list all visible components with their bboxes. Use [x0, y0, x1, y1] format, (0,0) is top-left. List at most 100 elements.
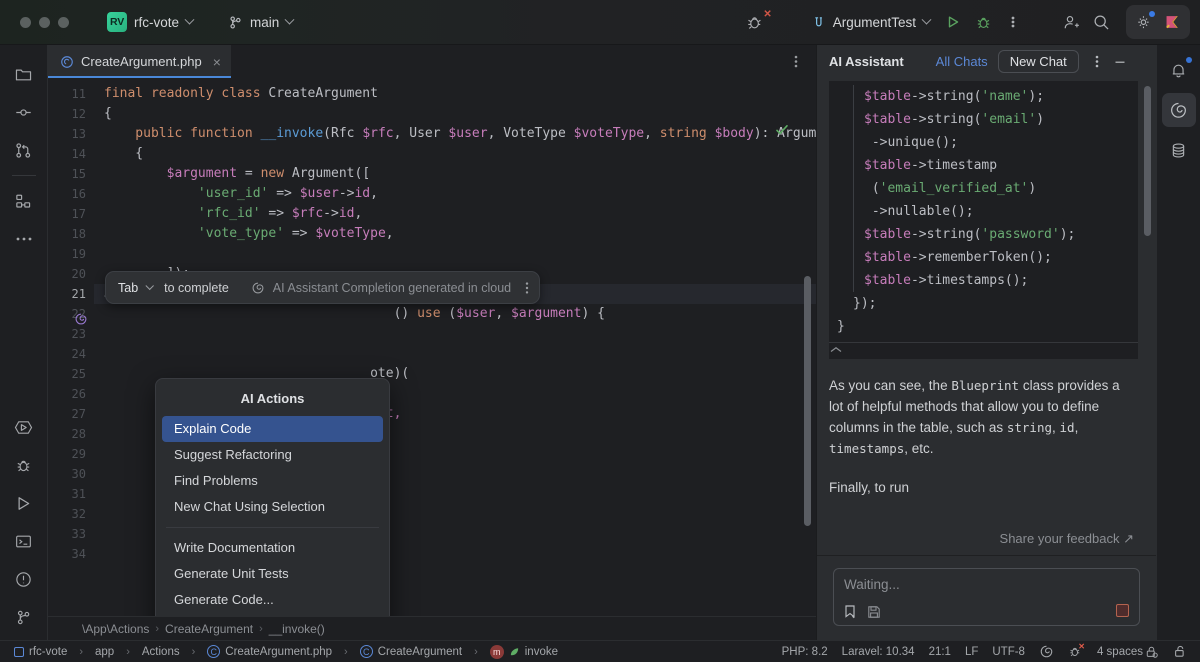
code-line[interactable] — [94, 244, 816, 264]
new-chat-button[interactable]: New Chat — [998, 50, 1079, 73]
status-breadcrumb-item[interactable]: app — [95, 646, 114, 658]
terminal-icon[interactable] — [4, 522, 44, 560]
code-line[interactable] — [94, 344, 816, 364]
chevron-down-icon[interactable] — [146, 281, 154, 289]
version-control-icon[interactable] — [4, 598, 44, 636]
code-line[interactable]: $argument = new Argument([ — [94, 164, 816, 184]
notifications-icon[interactable] — [1162, 53, 1196, 87]
status-breadcrumb-item[interactable]: CCreateArgument — [360, 645, 462, 658]
bug-error-icon[interactable]: ✕ — [741, 8, 771, 36]
breadcrumb-separator: › — [192, 646, 196, 658]
debug-tool-icon[interactable] — [4, 446, 44, 484]
ai-completion-hint-bar[interactable]: Tab to complete AI Assistant Completion … — [105, 271, 540, 304]
commit-icon[interactable] — [4, 93, 44, 131]
ai-action-item[interactable]: Find Problems — [156, 468, 389, 494]
gear-icon[interactable] — [1131, 8, 1157, 36]
indent-indicator[interactable]: 4 spaces — [1097, 645, 1159, 659]
framework-version-indicator[interactable]: Laravel: 10.34 — [842, 646, 915, 658]
status-breadcrumb[interactable]: rfc-vote›app›Actions›CCreateArgument.php… — [14, 645, 558, 659]
line-separator-indicator[interactable]: LF — [965, 646, 978, 658]
inspection-ok-icon[interactable] — [774, 122, 790, 138]
ai-assistant-icon[interactable] — [1162, 93, 1196, 127]
all-chats-link[interactable]: All Chats — [936, 54, 988, 69]
pull-requests-icon[interactable] — [4, 131, 44, 169]
ai-assistant-icon[interactable] — [1039, 644, 1054, 659]
branch-selector[interactable]: main — [222, 12, 299, 33]
chat-paragraph: As you can see, the Blueprint class prov… — [829, 375, 1126, 459]
code-line[interactable]: () use ($user, $argument) { — [94, 304, 816, 324]
database-icon[interactable] — [1162, 133, 1196, 167]
debug-icon[interactable] — [968, 8, 998, 36]
editor-vertical-scrollbar[interactable] — [804, 276, 811, 526]
more-tool-windows-icon[interactable] — [4, 220, 44, 258]
minimize-window-button[interactable] — [39, 17, 50, 28]
ai-actions-menu-groups: Explain CodeSuggest RefactoringFind Prob… — [156, 416, 389, 616]
more-vertical-icon[interactable] — [1095, 54, 1099, 69]
chat-code-collapse-button[interactable] — [829, 342, 1138, 359]
leaf-icon — [509, 646, 520, 657]
code-line[interactable]: final readonly class CreateArgument — [94, 84, 816, 104]
code-editor[interactable]: 1112131415161718192021222324252627282930… — [48, 78, 816, 616]
status-breadcrumb-item[interactable]: Actions — [142, 646, 180, 658]
stop-generation-button[interactable] — [1116, 604, 1129, 617]
search-icon[interactable] — [1086, 8, 1116, 36]
save-icon[interactable] — [867, 605, 881, 619]
php-class-icon: C — [360, 645, 373, 658]
more-vertical-icon[interactable] — [794, 54, 798, 69]
code-line[interactable]: { — [94, 144, 816, 164]
branch-name: main — [250, 15, 279, 30]
ai-action-item[interactable]: Generate Unit Tests — [156, 561, 389, 587]
ai-pencil-icon[interactable] — [1159, 8, 1185, 36]
breadcrumb-item[interactable]: CreateArgument — [165, 622, 253, 636]
ai-assistant-gutter-icon[interactable] — [74, 312, 88, 326]
code-line[interactable]: public function __invoke(Rfc $rfc, User … — [94, 124, 816, 144]
project-selector[interactable]: RV rfc-vote — [103, 9, 200, 35]
chat-input-box[interactable]: Waiting... — [833, 568, 1140, 626]
title-bar: RV rfc-vote main ✕ — [0, 0, 1200, 45]
encoding-indicator[interactable]: UTF-8 — [992, 646, 1025, 658]
ai-action-item[interactable]: New Chat Using Selection — [156, 494, 389, 520]
breadcrumb-item[interactable]: __invoke() — [269, 622, 325, 636]
ai-action-item[interactable]: Write Documentation — [156, 535, 389, 561]
ai-actions-menu[interactable]: AI Actions Explain CodeSuggest Refactori… — [155, 378, 390, 616]
breadcrumb-item[interactable]: \App\Actions — [82, 622, 149, 636]
code-line[interactable]: 'user_id' => $user->id, — [94, 184, 816, 204]
run-icon[interactable] — [938, 8, 968, 36]
share-feedback-link[interactable]: Share your feedback ↗ — [1000, 531, 1134, 547]
add-user-icon[interactable] — [1056, 8, 1086, 36]
ai-action-item[interactable]: Suggest Refactoring — [156, 442, 389, 468]
project-icon[interactable] — [4, 55, 44, 93]
status-breadcrumb-item[interactable]: rfc-vote — [14, 646, 67, 658]
code-line[interactable]: 'rfc_id' => $rfc->id, — [94, 204, 816, 224]
notification-badge-dot — [1186, 57, 1192, 63]
code-line[interactable] — [94, 324, 816, 344]
close-window-button[interactable] — [20, 17, 31, 28]
status-breadcrumb-item[interactable]: minvoke — [490, 645, 558, 659]
more-vertical-icon[interactable] — [525, 281, 529, 295]
attach-snippet-icon[interactable] — [843, 604, 857, 619]
chat-vertical-scrollbar[interactable] — [1144, 86, 1151, 236]
run-anything-icon[interactable] — [4, 408, 44, 446]
caret-position-indicator[interactable]: 21:1 — [929, 646, 951, 658]
inline-code: timestamps — [829, 441, 904, 456]
php-version-indicator[interactable]: PHP: 8.2 — [782, 646, 828, 658]
run-tool-icon[interactable] — [4, 484, 44, 522]
editor-tab-createargument[interactable]: CreateArgument.php × — [48, 45, 231, 78]
ai-action-item[interactable]: Explain Code — [162, 416, 383, 442]
run-configuration-selector[interactable]: ArgumentTest — [805, 12, 936, 33]
bug-error-icon[interactable]: ✕ — [1068, 644, 1083, 659]
status-breadcrumb-item[interactable]: CCreateArgument.php — [207, 645, 332, 658]
minimize-icon[interactable] — [1113, 55, 1127, 69]
ai-action-item[interactable]: Generate Code... — [156, 587, 389, 613]
code-line[interactable]: { — [94, 104, 816, 124]
ai-assistant-conversation[interactable]: $table->string('name');$table->string('e… — [817, 78, 1156, 522]
window-traffic-lights[interactable] — [20, 17, 69, 28]
status-breadcrumb-label: rfc-vote — [29, 646, 67, 658]
more-vertical-icon[interactable] — [998, 8, 1028, 36]
code-line[interactable]: 'vote_type' => $voteType, — [94, 224, 816, 244]
structure-icon[interactable] — [4, 182, 44, 220]
problems-icon[interactable] — [4, 560, 44, 598]
maximize-window-button[interactable] — [58, 17, 69, 28]
unlocked-icon[interactable] — [1173, 644, 1188, 659]
close-icon[interactable]: × — [213, 55, 221, 69]
